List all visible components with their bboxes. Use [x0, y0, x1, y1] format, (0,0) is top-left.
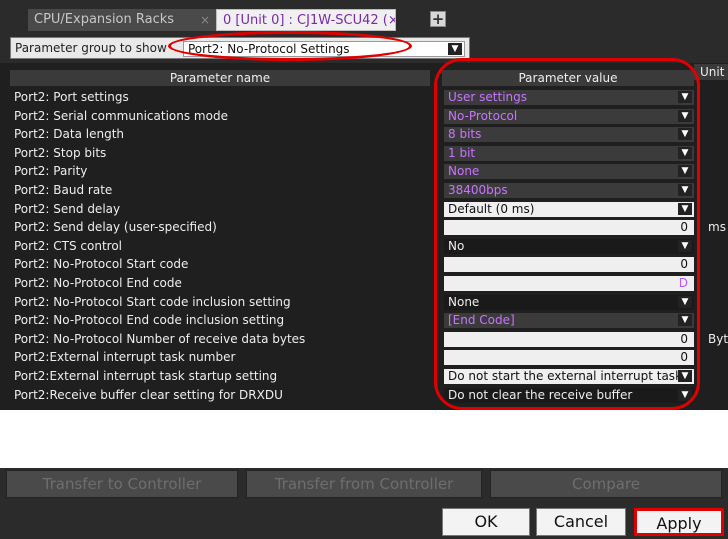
parameter-name: Port2: Parity	[14, 164, 88, 179]
add-tab-icon[interactable]: +	[430, 11, 446, 27]
parameter-name: Port2: Send delay (user-specified)	[14, 220, 217, 235]
tab-cpu-expansion-racks[interactable]: CPU/Expansion Racks ×	[28, 9, 216, 31]
parameter-name: Port2: No-Protocol Start code inclusion …	[14, 294, 291, 309]
tab-bar: CPU/Expansion Racks × 0 [Unit 0] : CJ1W-…	[0, 0, 728, 33]
parameter-unit: ms	[708, 220, 726, 235]
bottom-panel: Transfer to Controller Transfer from Con…	[0, 468, 728, 539]
transfer-from-controller-button[interactable]: Transfer from Controller	[246, 470, 482, 498]
parameter-name: Port2: Data length	[14, 127, 124, 142]
parameter-group-label: Parameter group to show	[15, 41, 167, 55]
parameter-unit: Byte	[708, 331, 728, 346]
parameter-name: Port2:External interrupt task startup se…	[14, 369, 278, 383]
chevron-down-icon[interactable]: ▼	[448, 43, 462, 55]
transfer-to-controller-button[interactable]: Transfer to Controller	[6, 470, 238, 498]
close-icon[interactable]: ×	[200, 9, 210, 31]
highlight-oval-group	[168, 31, 412, 61]
parameter-name: Port2: CTS control	[14, 238, 123, 253]
ok-button[interactable]: OK	[442, 508, 530, 536]
parameter-name: Port2: No-Protocol End code	[14, 276, 182, 290]
parameter-name: Port2:Receive buffer clear setting for D…	[14, 387, 283, 402]
parameter-name: Port2: Baud rate	[14, 183, 113, 197]
parameter-name: Port2: Serial communications mode	[14, 108, 228, 123]
compare-button[interactable]: Compare	[490, 470, 722, 498]
apply-button[interactable]: Apply	[634, 508, 724, 536]
parameter-name: Port2: No-Protocol Number of receive dat…	[14, 331, 306, 346]
parameter-name: Port2: Port settings	[14, 90, 129, 104]
tab-label: CPU/Expansion Racks	[34, 12, 175, 27]
column-header-name: Parameter name	[10, 70, 430, 86]
column-header-unit: Unit	[694, 64, 728, 80]
parameter-name: Port2: Stop bits	[14, 145, 107, 160]
cancel-button[interactable]: Cancel	[536, 508, 626, 536]
highlight-box-values	[434, 58, 700, 410]
parameter-name: Port2: Send delay	[14, 201, 121, 216]
parameter-name: Port2: No-Protocol Start code	[14, 257, 189, 272]
tab-unit0-scu42[interactable]: 0 [Unit 0] : CJ1W-SCU42 (×	[216, 9, 396, 31]
parameter-name: Port2:External interrupt task number	[14, 350, 236, 365]
application-window: CPU/Expansion Racks × 0 [Unit 0] : CJ1W-…	[0, 0, 728, 539]
tab-label: 0 [Unit 0] : CJ1W-SCU42 (×	[223, 13, 396, 28]
parameter-name: Port2: No-Protocol End code inclusion se…	[14, 313, 285, 328]
